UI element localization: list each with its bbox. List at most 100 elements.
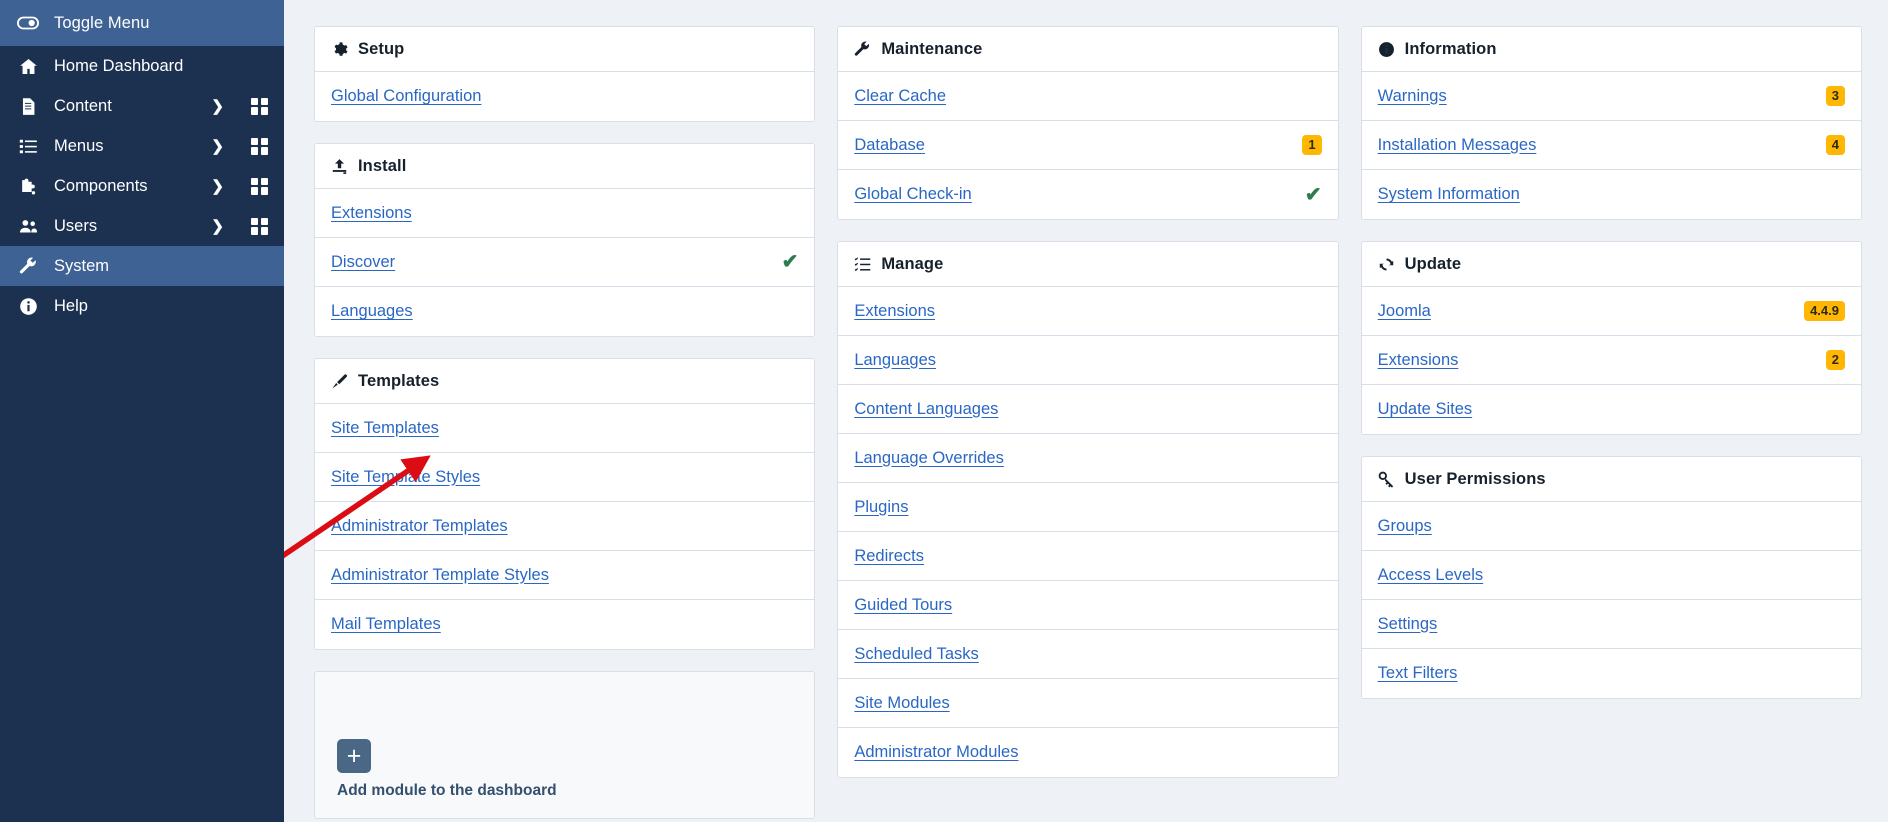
link-joomla[interactable]: Joomla [1378,302,1431,321]
card-header-update: Update [1361,242,1861,287]
link-languages[interactable]: Languages [854,351,936,370]
card-row-administrator-template-styles[interactable]: Administrator Template Styles [315,551,815,600]
link-site-template-styles[interactable]: Site Template Styles [331,468,480,487]
wrench-icon [854,40,871,58]
grid-icon[interactable] [251,177,268,195]
card-row-system-information[interactable]: System Information [1361,170,1861,219]
sidebar-item-label: Help [54,296,88,315]
card-row-global-configuration[interactable]: Global Configuration [315,72,815,121]
link-groups[interactable]: Groups [1378,517,1432,536]
link-administrator-templates[interactable]: Administrator Templates [331,517,508,536]
card-row-extensions[interactable]: Extensions [838,287,1338,336]
card-row-administrator-modules[interactable]: Administrator Modules [838,728,1338,777]
card-row-settings[interactable]: Settings [1361,600,1861,649]
link-warnings[interactable]: Warnings [1378,87,1447,106]
card-row-scheduled-tasks[interactable]: Scheduled Tasks [838,630,1338,679]
link-global-configuration[interactable]: Global Configuration [331,87,481,106]
card-row-extensions[interactable]: Extensions [315,189,815,238]
link-clear-cache[interactable]: Clear Cache [854,87,946,106]
refresh-icon [1378,256,1395,273]
check-icon: ✔ [1304,183,1322,206]
card-row-access-levels[interactable]: Access Levels [1361,551,1861,600]
card-row-languages[interactable]: Languages [315,287,815,336]
count-badge: 4.4.9 [1804,300,1845,322]
card-row-languages[interactable]: Languages [838,336,1338,385]
card-row-language-overrides[interactable]: Language Overrides [838,434,1338,483]
card-row-site-templates[interactable]: Site Templates [315,404,815,453]
link-installation-messages[interactable]: Installation Messages [1378,136,1537,155]
card-install: Install Extensions Discover ✔ Languages [314,143,816,337]
card-row-site-template-styles[interactable]: Site Template Styles [315,453,815,502]
sidebar-item-home-dashboard[interactable]: Home Dashboard [0,46,284,86]
link-site-modules[interactable]: Site Modules [854,694,949,713]
link-system-information[interactable]: System Information [1378,185,1520,204]
card-row-database[interactable]: Database 1 [838,121,1338,170]
chevron-right-icon[interactable]: ❯ [211,139,224,154]
link-languages[interactable]: Languages [331,302,413,321]
dashboard-column-1: Setup Global Configuration Install Exten… [314,26,816,819]
gear-icon [331,41,348,58]
card-row-installation-messages[interactable]: Installation Messages 4 [1361,121,1861,170]
card-row-joomla[interactable]: Joomla 4.4.9 [1361,287,1861,336]
grid-icon[interactable] [251,217,268,235]
link-update-sites[interactable]: Update Sites [1378,400,1472,419]
sidebar-item-label: Components [54,176,148,195]
add-module-tile[interactable]: + Add module to the dashboard [314,671,816,819]
sidebar-item-help[interactable]: Help [0,286,284,326]
card-row-site-modules[interactable]: Site Modules [838,679,1338,728]
link-settings[interactable]: Settings [1378,615,1438,634]
plus-icon[interactable]: + [337,739,371,773]
link-discover[interactable]: Discover [331,253,395,272]
card-row-update-sites[interactable]: Update Sites [1361,385,1861,434]
card-row-global-check-in[interactable]: Global Check-in ✔ [838,170,1338,219]
card-row-clear-cache[interactable]: Clear Cache [838,72,1338,121]
chevron-right-icon[interactable]: ❯ [211,179,224,194]
sidebar-item-components[interactable]: Components ❯ [0,166,284,206]
card-row-guided-tours[interactable]: Guided Tours [838,581,1338,630]
link-redirects[interactable]: Redirects [854,547,924,566]
link-text-filters[interactable]: Text Filters [1378,664,1458,683]
card-row-extensions[interactable]: Extensions 2 [1361,336,1861,385]
card-row-groups[interactable]: Groups [1361,502,1861,551]
card-templates: Templates Site Templates Site Template S… [314,358,816,650]
grid-icon[interactable] [251,97,268,115]
link-extensions[interactable]: Extensions [1378,351,1459,370]
link-administrator-template-styles[interactable]: Administrator Template Styles [331,566,549,585]
link-extensions[interactable]: Extensions [854,302,935,321]
card-row-text-filters[interactable]: Text Filters [1361,649,1861,698]
link-access-levels[interactable]: Access Levels [1378,566,1483,585]
sidebar-item-users[interactable]: Users ❯ [0,206,284,246]
chevron-right-icon[interactable]: ❯ [211,219,224,234]
link-administrator-modules[interactable]: Administrator Modules [854,743,1018,762]
wrench-icon [16,257,40,276]
link-language-overrides[interactable]: Language Overrides [854,449,1004,468]
tasklist-icon [854,256,871,273]
card-row-discover[interactable]: Discover ✔ [315,238,815,287]
grid-icon[interactable] [251,137,268,155]
card-row-redirects[interactable]: Redirects [838,532,1338,581]
card-title: User Permissions [1404,469,1546,488]
sidebar-item-menus[interactable]: Menus ❯ [0,126,284,166]
link-content-languages[interactable]: Content Languages [854,400,998,419]
sidebar-item-content[interactable]: Content ❯ [0,86,284,126]
card-row-administrator-templates[interactable]: Administrator Templates [315,502,815,551]
key-icon [1378,471,1395,488]
link-plugins[interactable]: Plugins [854,498,908,517]
link-global-check-in[interactable]: Global Check-in [854,185,971,204]
toggle-menu-button[interactable]: Toggle Menu [0,0,284,46]
card-row-plugins[interactable]: Plugins [838,483,1338,532]
link-guided-tours[interactable]: Guided Tours [854,596,952,615]
card-row-warnings[interactable]: Warnings 3 [1361,72,1861,121]
link-database[interactable]: Database [854,136,925,155]
card-row-mail-templates[interactable]: Mail Templates [315,600,815,649]
sidebar-item-system[interactable]: System [0,246,284,286]
card-row-content-languages[interactable]: Content Languages [838,385,1338,434]
link-mail-templates[interactable]: Mail Templates [331,615,441,634]
link-site-templates[interactable]: Site Templates [331,419,439,438]
link-scheduled-tasks[interactable]: Scheduled Tasks [854,645,978,664]
card-setup: Setup Global Configuration [314,26,816,122]
chevron-right-icon[interactable]: ❯ [211,99,224,114]
link-extensions[interactable]: Extensions [331,204,412,223]
count-badge: 3 [1825,85,1845,107]
brush-icon [331,373,348,390]
